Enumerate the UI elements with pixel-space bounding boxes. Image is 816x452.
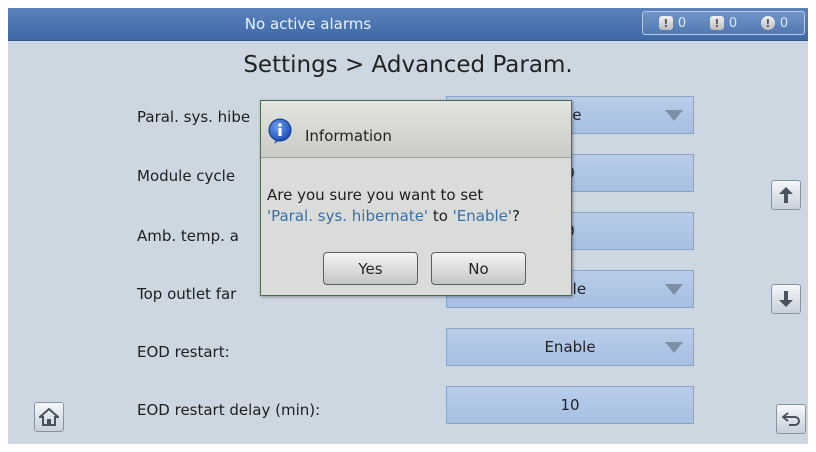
info-icon bbox=[268, 118, 292, 144]
eod-restart-delay-input[interactable]: 10 bbox=[446, 386, 694, 424]
chevron-down-icon bbox=[665, 342, 683, 353]
dialog-message: Are you sure you want to set 'Paral. sys… bbox=[267, 185, 567, 227]
warning-alarm-count: ! 0 bbox=[760, 15, 789, 31]
chevron-down-icon bbox=[665, 110, 683, 121]
dialog-header: Information bbox=[261, 101, 571, 158]
row-label-amb-temp: Amb. temp. a bbox=[137, 227, 239, 245]
scroll-down-button[interactable] bbox=[771, 284, 801, 314]
chevron-down-icon bbox=[665, 284, 683, 295]
back-arrow-icon bbox=[782, 412, 800, 426]
warning-alarm-icon: ! bbox=[760, 16, 775, 30]
major-alarm-value: 0 bbox=[677, 15, 687, 31]
dialog-title: Information bbox=[305, 127, 392, 145]
status-bar: No active alarms ! 0 ! 0 ! 0 bbox=[8, 8, 808, 41]
home-button[interactable] bbox=[34, 402, 64, 432]
row-label-eod-restart-delay: EOD restart delay (min): bbox=[137, 401, 321, 419]
minor-alarm-count: ! 0 bbox=[709, 15, 738, 31]
back-button[interactable] bbox=[776, 404, 806, 434]
field-value: 10 bbox=[560, 396, 580, 414]
alarm-status-text: No active alarms bbox=[244, 15, 372, 33]
no-button[interactable]: No bbox=[431, 252, 526, 285]
confirm-dialog: Information Are you sure you want to set… bbox=[260, 100, 572, 296]
minor-alarm-icon: ! bbox=[709, 16, 724, 30]
eod-restart-dropdown[interactable]: Enable bbox=[446, 328, 694, 366]
dialog-message-line2: 'Paral. sys. hibernate' to 'Enable'? bbox=[267, 206, 567, 227]
row-label-top-outlet-fan: Top outlet far bbox=[137, 285, 237, 303]
minor-alarm-value: 0 bbox=[728, 15, 738, 31]
yes-button[interactable]: Yes bbox=[323, 252, 418, 285]
field-value: Enable bbox=[544, 338, 596, 356]
dialog-message-line1: Are you sure you want to set bbox=[267, 186, 484, 204]
warning-alarm-value: 0 bbox=[779, 15, 789, 31]
row-label-module-cycle: Module cycle bbox=[137, 167, 236, 185]
major-alarm-icon: ! bbox=[658, 16, 673, 30]
hmi-screen: No active alarms ! 0 ! 0 ! 0 Settings > … bbox=[8, 8, 808, 444]
row-label-paral-sys-hibernate: Paral. sys. hibe bbox=[137, 108, 251, 126]
arrow-up-icon bbox=[779, 187, 793, 203]
arrow-down-icon bbox=[779, 291, 793, 307]
scroll-up-button[interactable] bbox=[771, 180, 801, 210]
question-mark: ? bbox=[512, 207, 520, 225]
row-label-eod-restart: EOD restart: bbox=[137, 343, 230, 361]
major-alarm-count: ! 0 bbox=[658, 15, 687, 31]
to-word: to bbox=[428, 207, 453, 225]
page-title: Settings > Advanced Param. bbox=[243, 52, 573, 78]
param-value: 'Enable' bbox=[452, 207, 513, 225]
param-name: 'Paral. sys. hibernate' bbox=[267, 207, 429, 225]
alarm-counter-panel[interactable]: ! 0 ! 0 ! 0 bbox=[642, 11, 805, 35]
home-icon bbox=[39, 408, 59, 426]
